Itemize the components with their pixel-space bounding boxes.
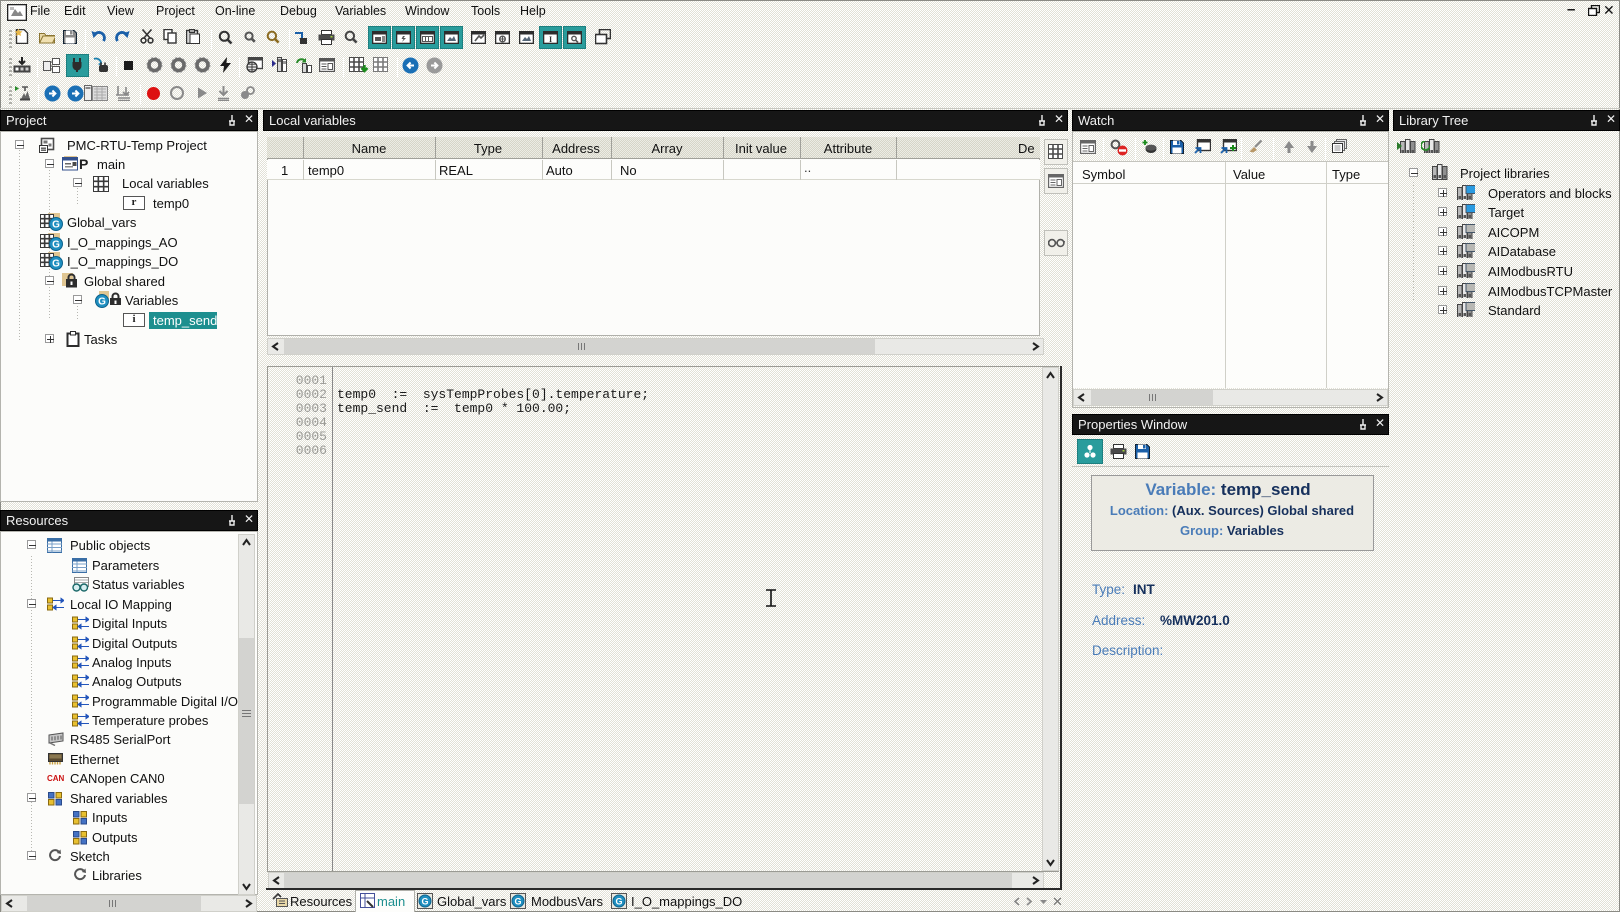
svg-text:G: G bbox=[52, 259, 60, 270]
svg-text:I: I bbox=[549, 35, 552, 44]
svg-text:G: G bbox=[514, 896, 521, 906]
svg-text:G: G bbox=[52, 240, 60, 251]
svg-text:G: G bbox=[615, 896, 622, 906]
svg-text:G: G bbox=[52, 220, 60, 231]
svg-text:G: G bbox=[98, 297, 106, 308]
svg-text:G: G bbox=[421, 896, 428, 906]
